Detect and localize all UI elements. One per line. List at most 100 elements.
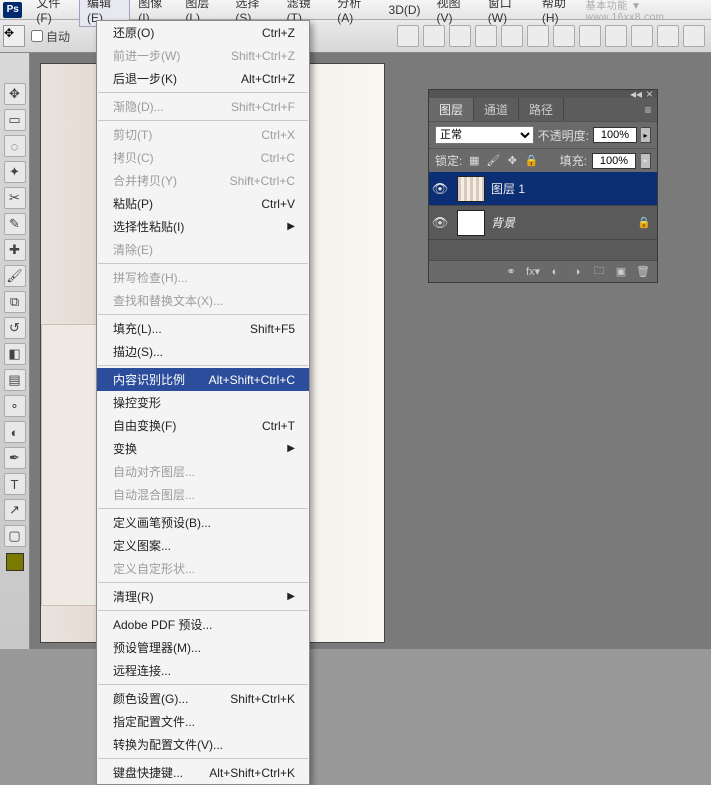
new-layer-icon[interactable]: ▣ — [613, 265, 629, 279]
lock-all-icon[interactable]: 🔒 — [524, 154, 538, 168]
type-tool[interactable]: T — [4, 473, 26, 495]
align-toolbar — [397, 25, 705, 47]
menu-help[interactable]: 帮助(H) — [534, 0, 586, 27]
layer-list: 👁 图层 1 👁 背景 🔒 — [429, 172, 657, 260]
distribute-icon[interactable] — [553, 25, 575, 47]
menu-analysis[interactable]: 分析(A) — [329, 0, 380, 27]
menu-3d[interactable]: 3D(D) — [381, 1, 429, 19]
tab-channels[interactable]: 通道 — [474, 98, 519, 121]
wand-tool[interactable]: ✦ — [4, 161, 26, 183]
visibility-icon[interactable]: 👁 — [429, 181, 451, 197]
group-icon[interactable]: 🗀 — [591, 265, 607, 279]
distribute-icon[interactable] — [605, 25, 627, 47]
blur-tool[interactable]: ∘ — [4, 395, 26, 417]
menu-item[interactable]: 后退一步(K)Alt+Ctrl+Z — [97, 67, 309, 90]
lock-row: 锁定: ▦ 🖌 ✥ 🔒 填充: 100%▸ — [429, 148, 657, 172]
menu-item: 定义自定形状... — [97, 557, 309, 580]
lock-paint-icon[interactable]: 🖌 — [486, 154, 500, 168]
menu-item[interactable]: 预设管理器(M)... — [97, 636, 309, 659]
menu-item: 拷贝(C)Ctrl+C — [97, 146, 309, 169]
lock-transparent-icon[interactable]: ▦ — [467, 154, 481, 168]
heal-tool[interactable]: ✚ — [4, 239, 26, 261]
app-icon: Ps — [3, 2, 22, 18]
toolbox: ✥ ▭ ◌ ✦ ✂ ✎ ✚ 🖌 ⧉ ↺ ◧ ▤ ∘ ◐ ✒ T ↗ ▢ — [0, 53, 30, 649]
eyedropper-tool[interactable]: ✎ — [4, 213, 26, 235]
align-icon[interactable] — [475, 25, 497, 47]
adjustment-icon[interactable]: ◑ — [569, 265, 585, 279]
menu-item[interactable]: 定义图案... — [97, 534, 309, 557]
layers-panel: ◂◂× 图层 通道 路径 ≡ 正常 不透明度: 100%▸ 锁定: ▦ 🖌 ✥ … — [428, 89, 658, 283]
menu-file[interactable]: 文件(F) — [28, 0, 79, 27]
move-tool[interactable]: ✥ — [4, 83, 26, 105]
menu-item[interactable]: 内容识别比例Alt+Shift+Ctrl+C — [97, 368, 309, 391]
menu-view[interactable]: 视图(V) — [429, 0, 480, 27]
panel-menu-icon[interactable]: ≡ — [639, 98, 657, 121]
move-tool-icon[interactable]: ✥ — [3, 25, 25, 47]
layer-name[interactable]: 图层 1 — [491, 180, 657, 197]
lock-move-icon[interactable]: ✥ — [505, 154, 519, 168]
delete-icon[interactable]: 🗑 — [635, 265, 651, 279]
menu-item[interactable]: 转换为配置文件(V)... — [97, 733, 309, 756]
dodge-tool[interactable]: ◐ — [4, 421, 26, 443]
tab-layers[interactable]: 图层 — [429, 98, 474, 121]
menu-item: 自动对齐图层... — [97, 460, 309, 483]
layers-footer: ⚭ fx▾ ◐ ◑ 🗀 ▣ 🗑 — [429, 260, 657, 282]
tab-paths[interactable]: 路径 — [519, 98, 564, 121]
lock-icon: 🔒 — [637, 216, 657, 229]
link-icon[interactable]: ⚭ — [503, 265, 519, 279]
path-tool[interactable]: ↗ — [4, 499, 26, 521]
marquee-tool[interactable]: ▭ — [4, 109, 26, 131]
pen-tool[interactable]: ✒ — [4, 447, 26, 469]
menu-item[interactable]: 填充(L)...Shift+F5 — [97, 317, 309, 340]
layer-thumb[interactable] — [457, 210, 485, 236]
menu-item[interactable]: 指定配置文件... — [97, 710, 309, 733]
distribute-icon[interactable] — [579, 25, 601, 47]
opacity-field[interactable]: 100% — [593, 127, 637, 143]
crop-tool[interactable]: ✂ — [4, 187, 26, 209]
auto-select-checkbox[interactable]: 自动 — [31, 28, 70, 45]
align-icon[interactable] — [449, 25, 471, 47]
menu-item[interactable]: 选择性粘贴(I)▶ — [97, 215, 309, 238]
shape-tool[interactable]: ▢ — [4, 525, 26, 547]
menu-item[interactable]: 粘贴(P)Ctrl+V — [97, 192, 309, 215]
align-icon[interactable] — [397, 25, 419, 47]
blend-mode-select[interactable]: 正常 — [435, 126, 534, 144]
menu-window[interactable]: 窗口(W) — [480, 0, 534, 27]
menu-item[interactable]: Adobe PDF 预设... — [97, 613, 309, 636]
layer-thumb[interactable] — [457, 176, 485, 202]
layer-name[interactable]: 背景 — [491, 214, 637, 231]
menu-item[interactable]: 操控变形 — [97, 391, 309, 414]
fill-arrow-icon[interactable]: ▸ — [641, 153, 651, 169]
layer-item[interactable]: 👁 背景 🔒 — [429, 206, 657, 240]
menu-item[interactable]: 远程连接... — [97, 659, 309, 682]
menu-item[interactable]: 定义画笔预设(B)... — [97, 511, 309, 534]
align-icon[interactable] — [527, 25, 549, 47]
visibility-icon[interactable]: 👁 — [429, 215, 451, 231]
distribute-icon[interactable] — [657, 25, 679, 47]
menu-item: 拼写检查(H)... — [97, 266, 309, 289]
brush-tool[interactable]: 🖌 — [4, 265, 26, 287]
lasso-tool[interactable]: ◌ — [4, 135, 26, 157]
menu-item[interactable]: 还原(O)Ctrl+Z — [97, 21, 309, 44]
fx-icon[interactable]: fx▾ — [525, 265, 541, 279]
fill-field[interactable]: 100% — [592, 153, 636, 169]
distribute-icon[interactable] — [683, 25, 705, 47]
gradient-tool[interactable]: ▤ — [4, 369, 26, 391]
distribute-icon[interactable] — [631, 25, 653, 47]
align-icon[interactable] — [501, 25, 523, 47]
menu-item[interactable]: 描边(S)... — [97, 340, 309, 363]
align-icon[interactable] — [423, 25, 445, 47]
menu-item[interactable]: 变换▶ — [97, 437, 309, 460]
foreground-color[interactable] — [6, 553, 24, 571]
layer-item[interactable]: 👁 图层 1 — [429, 172, 657, 206]
opacity-arrow-icon[interactable]: ▸ — [641, 127, 651, 143]
eraser-tool[interactable]: ◧ — [4, 343, 26, 365]
history-brush-tool[interactable]: ↺ — [4, 317, 26, 339]
mask-icon[interactable]: ◐ — [547, 265, 563, 279]
menu-item[interactable]: 自由变换(F)Ctrl+T — [97, 414, 309, 437]
edit-dropdown: 还原(O)Ctrl+Z前进一步(W)Shift+Ctrl+Z后退一步(K)Alt… — [96, 20, 310, 785]
menu-item[interactable]: 键盘快捷键...Alt+Shift+Ctrl+K — [97, 761, 309, 784]
menu-item[interactable]: 颜色设置(G)...Shift+Ctrl+K — [97, 687, 309, 710]
stamp-tool[interactable]: ⧉ — [4, 291, 26, 313]
menu-item[interactable]: 清理(R)▶ — [97, 585, 309, 608]
